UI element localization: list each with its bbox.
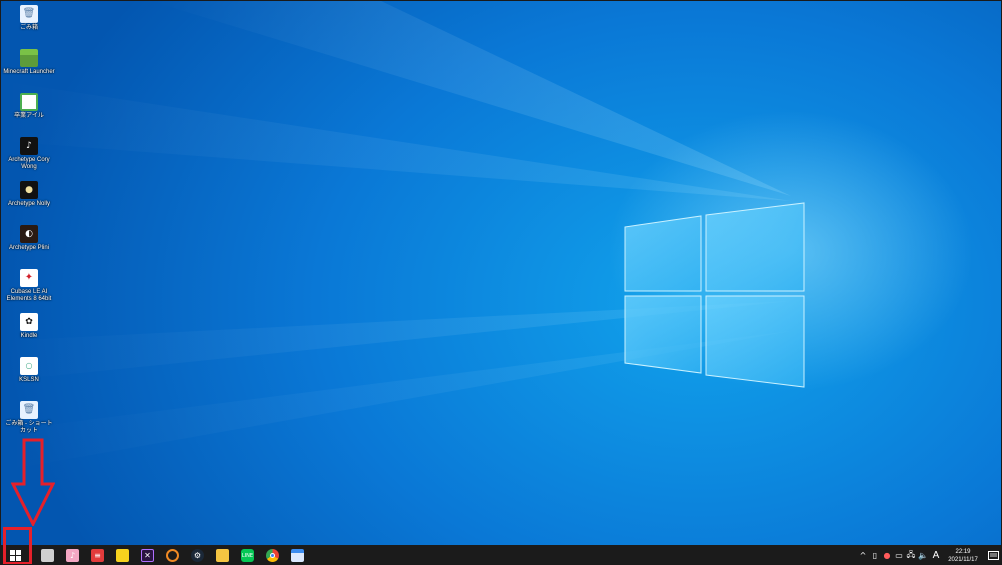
system-tray: ^ ▯ ● ▭ 🖧 🔈 A 22:19 2021/11/17: [857, 545, 1001, 564]
taskbar-app-files[interactable]: [35, 545, 60, 564]
kindle-icon: ✿: [20, 313, 38, 331]
notification-icon: [987, 550, 999, 560]
blue-window-app-icon: [291, 549, 304, 562]
desktop-icon-archetype-cory-wong[interactable]: ♪ Archetype Cory Wong: [3, 137, 55, 171]
desktop-icon-recycle-bin[interactable]: 🗑 ごみ箱: [3, 5, 55, 32]
desktop-icon-recycle-bin-shortcut[interactable]: 🗑 ごみ箱 - ショートカット: [3, 401, 55, 435]
taskbar: ♪ ≡ ✕ ⚙ LINE ^ ▯ ● ▭ 🖧 🔈 A 22:19 2021/11…: [1, 545, 1001, 564]
desktop-icon-archetype-nolly[interactable]: ● Archetype Nolly: [3, 181, 55, 208]
start-button-highlight: [3, 527, 32, 564]
red-tray-icon[interactable]: ●: [881, 545, 893, 564]
desktop-icon-kindle[interactable]: ✿ Kindle: [3, 313, 55, 340]
minecraft-icon: [20, 49, 38, 67]
app-icon: [20, 93, 38, 111]
archetype-nolly-icon: ●: [20, 181, 38, 199]
light-beams: [1, 1, 791, 471]
desktop-icon-archetype-plini[interactable]: ◐ Archetype Plini: [3, 225, 55, 252]
desktop-icon-app[interactable]: 卒業アイル: [3, 93, 55, 120]
taskbar-app-blue-window[interactable]: [285, 545, 310, 564]
orange-app-icon: [166, 549, 179, 562]
desktop[interactable]: 🗑 ごみ箱 Minecraft Launcher 卒業アイル ♪ Archety…: [0, 0, 1002, 565]
taskbar-app-red[interactable]: ≡: [85, 545, 110, 564]
network-icon[interactable]: 🖧: [905, 545, 917, 564]
windows-logo: [624, 202, 805, 388]
line-icon: LINE: [241, 549, 254, 562]
clock-time: 22:19: [955, 548, 971, 555]
files-app-icon: [41, 549, 54, 562]
taskbar-app-itunes[interactable]: ♪: [60, 545, 85, 564]
steam-icon: ⚙: [191, 549, 204, 562]
recycle-bin-icon: 🗑: [20, 5, 38, 23]
taskbar-app-orange[interactable]: [160, 545, 185, 564]
clock-date: 2021/11/17: [948, 556, 978, 563]
recycle-bin-shortcut-icon: 🗑: [20, 401, 38, 419]
itunes-icon: ♪: [66, 549, 79, 562]
red-arrow-annotation: [11, 438, 55, 526]
display-icon[interactable]: ▭: [893, 545, 905, 564]
taskbar-app-steam[interactable]: ⚙: [185, 545, 210, 564]
ime-indicator[interactable]: A: [929, 550, 943, 561]
chrome-icon: [266, 549, 279, 562]
device-icon[interactable]: ▯: [869, 545, 881, 564]
chevron-up-icon[interactable]: ^: [857, 545, 869, 564]
desktop-icon-kslsn[interactable]: ○ KSLSN: [3, 357, 55, 384]
sticky-notes-icon: [116, 549, 129, 562]
volume-icon[interactable]: 🔈: [917, 545, 929, 564]
clock[interactable]: 22:19 2021/11/17: [943, 548, 983, 564]
taskbar-app-chrome[interactable]: [260, 545, 285, 564]
file-explorer-icon: [216, 549, 229, 562]
file-icon: ○: [20, 357, 38, 375]
taskbar-app-sticky-notes[interactable]: [110, 545, 135, 564]
notification-center-button[interactable]: [983, 545, 1001, 564]
archetype-cory-wong-icon: ♪: [20, 137, 38, 155]
media-player-icon: ✕: [141, 549, 154, 562]
archetype-plini-icon: ◐: [20, 225, 38, 243]
taskbar-app-file-explorer[interactable]: [210, 545, 235, 564]
taskbar-app-media-player[interactable]: ✕: [135, 545, 160, 564]
taskbar-app-line[interactable]: LINE: [235, 545, 260, 564]
red-app-icon: ≡: [91, 549, 104, 562]
desktop-icon-minecraft[interactable]: Minecraft Launcher: [3, 49, 55, 76]
desktop-icon-cubase[interactable]: ✦ Cubase LE AI Elements 8 64bit: [3, 269, 55, 303]
cubase-icon: ✦: [20, 269, 38, 287]
